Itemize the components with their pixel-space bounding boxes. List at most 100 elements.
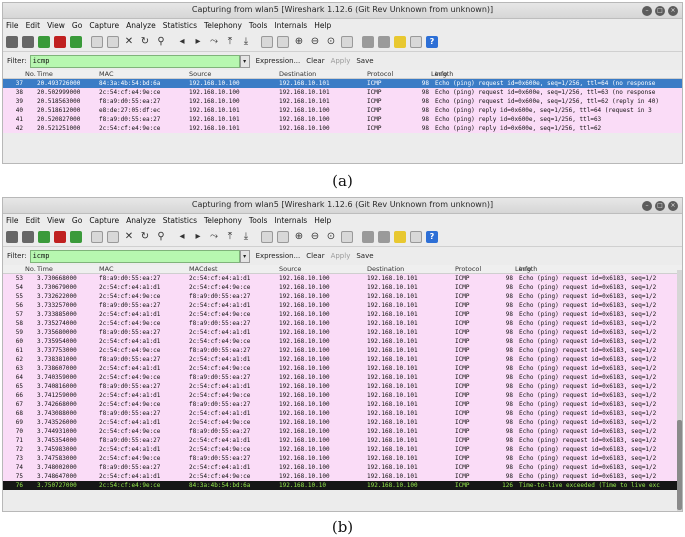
coloring-rules-icon[interactable]	[394, 230, 406, 243]
display-filters-icon[interactable]	[378, 35, 390, 48]
resize-columns-icon[interactable]	[341, 35, 353, 48]
zoom-in-icon[interactable]: ⊕	[293, 36, 305, 48]
capture-filters-icon[interactable]	[362, 230, 374, 243]
column-header-time[interactable]: Time	[37, 265, 53, 273]
column-header-destination[interactable]: Destination	[367, 265, 404, 273]
menu-item-file[interactable]: File	[6, 21, 19, 30]
menu-item-analyze[interactable]: Analyze	[126, 21, 156, 30]
column-header-mac[interactable]: MAC	[99, 70, 113, 78]
scrollbar-thumb[interactable]	[677, 420, 682, 510]
stop-capture-icon[interactable]	[54, 230, 66, 243]
save-button[interactable]: Save	[356, 57, 373, 65]
menu-item-statistics[interactable]: Statistics	[163, 21, 197, 30]
apply-button[interactable]: Apply	[331, 252, 351, 260]
table-row[interactable]: 65 3.740816000 f8:a9:d0:55:ea:27 2c:54:cf:e…	[3, 382, 682, 391]
menu-item-help[interactable]: Help	[314, 21, 331, 30]
column-header-no[interactable]: No.	[25, 70, 36, 78]
maximize-icon[interactable]: □	[655, 6, 665, 16]
preferences-icon[interactable]	[410, 230, 422, 243]
menu-item-telephony[interactable]: Telephony	[204, 216, 242, 225]
column-header-protocol[interactable]: Protocol	[455, 265, 481, 273]
reload-icon[interactable]: ↻	[139, 36, 151, 48]
menu-item-view[interactable]: View	[47, 216, 65, 225]
menu-item-internals[interactable]: Internals	[274, 21, 307, 30]
open-file-icon[interactable]	[91, 35, 103, 48]
column-header-mac[interactable]: MAC	[99, 265, 113, 273]
close-icon[interactable]: ×	[668, 201, 678, 211]
close-file-icon[interactable]: ✕	[123, 231, 135, 243]
table-row[interactable]: 62 3.738381000 f8:a9:d0:55:ea:27 2c:54:cf:e…	[3, 355, 682, 364]
table-row[interactable]: 76 3.750727000 2c:54:cf:e4:9e:ce 84:3a:4b:5…	[3, 481, 682, 490]
table-row[interactable]: 61 3.737753000 2c:54:cf:e4:9e:ce f8:a9:d0:5…	[3, 346, 682, 355]
table-row[interactable]: 69 3.743526000 2c:54:cf:e4:a1:d1 2c:54:cf:e…	[3, 418, 682, 427]
colorize-icon[interactable]	[261, 230, 273, 243]
filter-input[interactable]: icmp	[29, 249, 240, 263]
table-row[interactable]: 71 3.745354000 f8:a9:d0:55:ea:27 2c:54:cf:e…	[3, 436, 682, 445]
column-header-protocol[interactable]: Protocol	[367, 70, 393, 78]
table-row[interactable]: 40 20.518612000 e8:de:27:05:df:ec 192.168.1…	[3, 106, 682, 115]
menu-item-go[interactable]: Go	[72, 216, 82, 225]
table-row[interactable]: 38 20.502999000 2c:54:cf:e4:9e:ce 192.168.1…	[3, 88, 682, 97]
table-row[interactable]: 74 3.748002000 f8:a9:d0:55:ea:27 2c:54:cf:e…	[3, 463, 682, 472]
clear-button[interactable]: Clear	[306, 252, 324, 260]
zoom-normal-icon[interactable]: ⊙	[325, 36, 337, 48]
go-forward-icon[interactable]: ▸	[192, 231, 204, 243]
capture-options-icon[interactable]	[22, 230, 34, 243]
help-icon[interactable]: ?	[426, 35, 438, 48]
table-row[interactable]: 54 3.730679000 2c:54:cf:e4:a1:d1 2c:54:cf:e…	[3, 283, 682, 292]
minimize-icon[interactable]: –	[642, 6, 652, 16]
table-row[interactable]: 59 3.735680000 f8:a9:d0:55:ea:27 2c:54:cf:e…	[3, 328, 682, 337]
filter-input[interactable]: icmp	[29, 54, 240, 68]
zoom-out-icon[interactable]: ⊖	[309, 231, 321, 243]
menu-item-telephony[interactable]: Telephony	[204, 21, 242, 30]
table-row[interactable]: 72 3.745983000 2c:54:cf:e4:a1:d1 2c:54:cf:e…	[3, 445, 682, 454]
start-capture-icon[interactable]	[38, 35, 50, 48]
go-to-packet-icon[interactable]: ⤳	[208, 36, 220, 48]
restart-capture-icon[interactable]	[70, 35, 82, 48]
go-last-icon[interactable]: ⤓	[240, 231, 252, 243]
autoscroll-icon[interactable]	[277, 35, 289, 48]
capture-options-icon[interactable]	[22, 35, 34, 48]
menu-item-analyze[interactable]: Analyze	[126, 216, 156, 225]
table-row[interactable]: 73 3.747583000 2c:54:cf:e4:9e:ce f8:a9:d0:5…	[3, 454, 682, 463]
menu-item-file[interactable]: File	[6, 216, 19, 225]
table-row[interactable]: 41 20.520827000 f8:a9:d0:55:ea:27 192.168.1…	[3, 115, 682, 124]
minimize-icon[interactable]: –	[642, 201, 652, 211]
zoom-normal-icon[interactable]: ⊙	[325, 231, 337, 243]
preferences-icon[interactable]	[410, 35, 422, 48]
table-row[interactable]: 58 3.735274000 2c:54:cf:e4:9e:ce f8:a9:d0:5…	[3, 319, 682, 328]
go-last-icon[interactable]: ⤓	[240, 36, 252, 48]
menu-item-statistics[interactable]: Statistics	[163, 216, 197, 225]
menu-item-capture[interactable]: Capture	[89, 21, 119, 30]
coloring-rules-icon[interactable]	[394, 35, 406, 48]
table-row[interactable]: 70 3.744931000 2c:54:cf:e4:9e:ce f8:a9:d0:5…	[3, 427, 682, 436]
filter-dropdown-icon[interactable]: ▾	[239, 54, 250, 68]
column-header-no[interactable]: No.	[25, 265, 36, 273]
menu-item-go[interactable]: Go	[72, 21, 82, 30]
menu-item-help[interactable]: Help	[314, 216, 331, 225]
go-first-icon[interactable]: ⤒	[224, 231, 236, 243]
find-packet-icon[interactable]: ⚲	[155, 36, 167, 48]
find-packet-icon[interactable]: ⚲	[155, 231, 167, 243]
table-row[interactable]: 37 20.493726000 84:3a:4b:54:bd:6a 192.168.1…	[3, 79, 682, 88]
help-icon[interactable]: ?	[426, 230, 438, 243]
column-header-info[interactable]: Info	[519, 265, 531, 273]
vertical-scrollbar[interactable]	[677, 270, 682, 511]
restart-capture-icon[interactable]	[70, 230, 82, 243]
column-header-macdest[interactable]: MACdest	[189, 265, 218, 273]
table-row[interactable]: 39 20.518563000 f8:a9:d0:55:ea:27 192.168.1…	[3, 97, 682, 106]
table-row[interactable]: 57 3.733885000 2c:54:cf:e4:a1:d1 2c:54:cf:e…	[3, 310, 682, 319]
interface-list-icon[interactable]	[6, 230, 18, 243]
save-file-icon[interactable]	[107, 230, 119, 243]
table-row[interactable]: 66 3.741259000 2c:54:cf:e4:a1:d1 2c:54:cf:e…	[3, 391, 682, 400]
stop-capture-icon[interactable]	[54, 35, 66, 48]
zoom-out-icon[interactable]: ⊖	[309, 36, 321, 48]
autoscroll-icon[interactable]	[277, 230, 289, 243]
expression-button[interactable]: Expression...	[256, 57, 301, 65]
display-filters-icon[interactable]	[378, 230, 390, 243]
close-file-icon[interactable]: ✕	[123, 36, 135, 48]
table-row[interactable]: 53 3.730668000 f8:a9:d0:55:ea:27 2c:54:cf:e…	[3, 274, 682, 283]
menu-item-edit[interactable]: Edit	[26, 21, 41, 30]
table-row[interactable]: 63 3.738607000 2c:54:cf:e4:a1:d1 2c:54:cf:e…	[3, 364, 682, 373]
menu-item-tools[interactable]: Tools	[249, 216, 267, 225]
